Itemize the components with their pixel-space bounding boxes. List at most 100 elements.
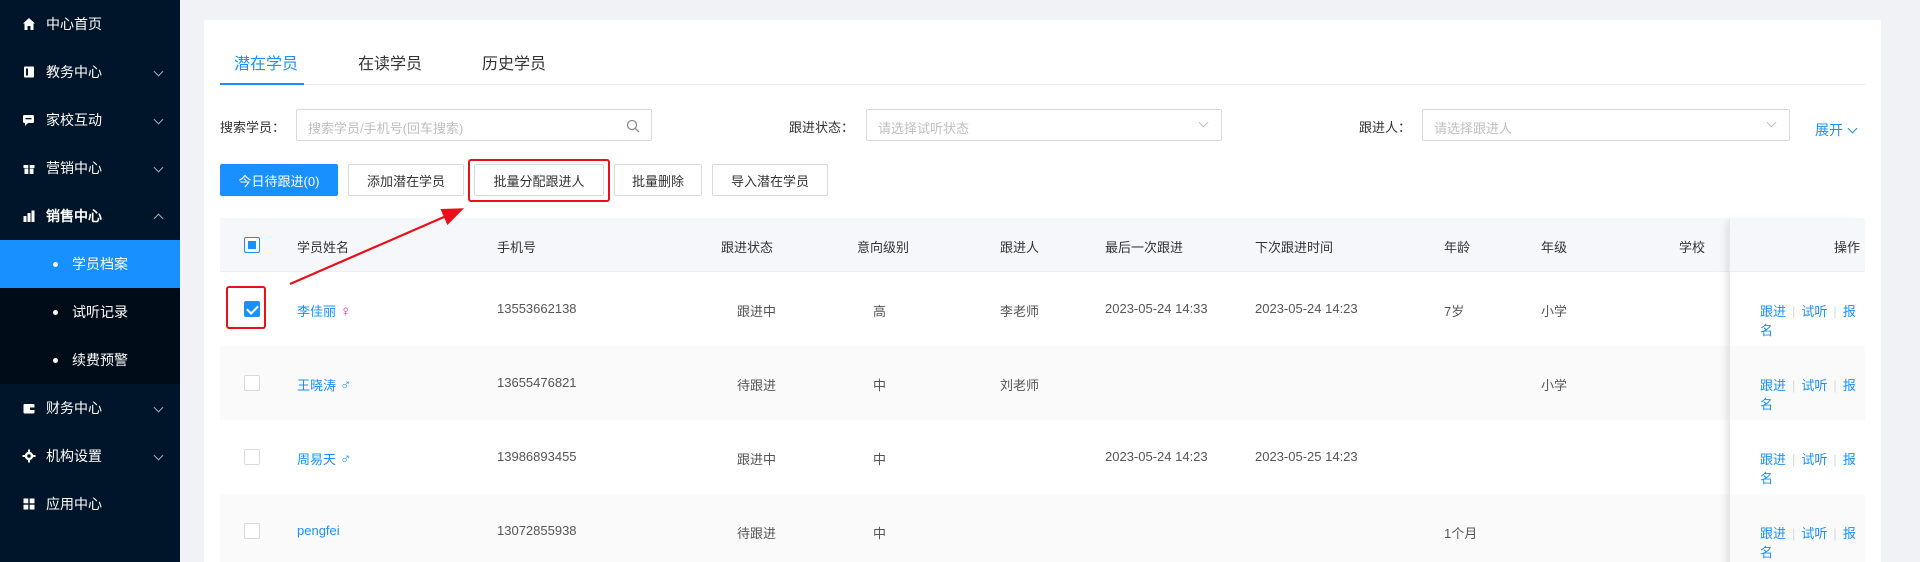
follower-placeholder: 请选择跟进人 [1434, 121, 1513, 136]
sidebar-item-label: 家校互动 [46, 112, 102, 128]
header-next-followup: 下次跟进时间 [1255, 240, 1334, 255]
sidebar-item-label: 机构设置 [46, 448, 102, 464]
cell-last: 2023-05-24 14:23 [1105, 449, 1208, 464]
expand-label: 展开 [1815, 122, 1843, 138]
chevron-down-icon [153, 66, 164, 77]
separator: | [1792, 526, 1796, 541]
sidebar-item-label: 财务中心 [46, 400, 102, 416]
cell-follower: 刘老师 [1000, 378, 1040, 393]
cell-level: 中 [873, 526, 887, 541]
cell-phone: 13986893455 [497, 449, 577, 464]
sidebar: 中心首页教务中心家校互动营销中心销售中心 学员档案试听记录续费预警 财务中心机构… [0, 0, 180, 562]
sidebar-item-label: 教务中心 [46, 64, 102, 80]
sales-submenu: 学员档案试听记录续费预警 [0, 240, 180, 384]
separator: | [1833, 378, 1837, 393]
row-checkbox[interactable] [244, 449, 260, 465]
status-select[interactable]: 请选择试听状态 [866, 109, 1222, 141]
sidebar-item-home[interactable]: 中心首页 [0, 0, 180, 48]
sidebar-subitem-0[interactable]: 学员档案 [0, 240, 180, 288]
row-checkbox[interactable] [244, 523, 260, 539]
male-icon: ♂ [340, 377, 352, 394]
row-checkbox[interactable] [244, 375, 260, 391]
chevron-down-icon [153, 162, 164, 173]
cell-status: 跟进中 [737, 452, 777, 467]
trial-link[interactable]: 试听 [1801, 526, 1827, 541]
trial-link[interactable]: 试听 [1801, 452, 1827, 467]
grid-icon [22, 497, 36, 511]
sidebar-item-chart[interactable]: 销售中心 [0, 192, 180, 240]
follower-label: 跟进人： [1359, 120, 1412, 135]
row-actions: 跟进 | 试听 | 报名 [1760, 449, 1865, 487]
header-actions: 操作 [1834, 240, 1861, 255]
cell-age: 7岁 [1444, 304, 1465, 319]
male-icon: ♂ [340, 451, 352, 468]
header-grade: 年级 [1541, 240, 1568, 255]
cell-follower: 李老师 [1000, 304, 1040, 319]
separator: | [1792, 452, 1796, 467]
gear-icon [22, 449, 36, 463]
student-name-link[interactable]: pengfei [297, 523, 340, 538]
cell-age: 1个月 [1444, 526, 1478, 541]
chevron-down-icon [153, 450, 164, 461]
sidebar-item-label: 中心首页 [46, 16, 102, 32]
trial-link[interactable]: 试听 [1801, 378, 1827, 393]
student-name: 周易天 [297, 452, 337, 467]
row-actions: 跟进 | 试听 | 报名 [1760, 523, 1865, 561]
sidebar-subitem-label: 续费预警 [72, 352, 128, 368]
table-row: 王晓涛 ♂ 13655476821 待跟进中刘老师 小学 跟进 | 试听 | 报名 [220, 346, 1865, 420]
separator: | [1792, 378, 1796, 393]
chevron-down-icon [153, 114, 164, 125]
chevron-down-icon [1766, 117, 1777, 128]
main-card: 潜在学员 在读学员 历史学员 搜索学员： 搜索学员/手机号(回车搜索) 跟进状态… [204, 20, 1881, 562]
sidebar-item-label: 营销中心 [46, 160, 102, 176]
sidebar-subitem-2[interactable]: 续费预警 [0, 336, 180, 384]
separator: | [1833, 526, 1837, 541]
header-follower: 跟进人 [1000, 240, 1040, 255]
table-row: pengfei 13072855938 待跟进中 1个月 跟进 | 试听 | 报名 [220, 494, 1865, 562]
followup-link[interactable]: 跟进 [1760, 452, 1786, 467]
bullet-icon [53, 309, 58, 315]
follower-select[interactable]: 请选择跟进人 [1422, 109, 1790, 141]
home-icon [22, 17, 36, 31]
sidebar-item-grid[interactable]: 应用中心 [0, 480, 180, 528]
cell-status: 待跟进 [737, 378, 777, 393]
sidebar-item-wallet[interactable]: 财务中心 [0, 384, 180, 432]
sidebar-subitem-label: 学员档案 [72, 256, 128, 272]
chevron-up-icon [153, 213, 164, 224]
table-row: 周易天 ♂ 13986893455 跟进中 中 2023-05-24 14:23 2023-… [220, 420, 1865, 494]
sidebar-item-chat[interactable]: 家校互动 [0, 96, 180, 144]
row-actions: 跟进 | 试听 | 报名 [1760, 301, 1865, 339]
followup-link[interactable]: 跟进 [1760, 304, 1786, 319]
chart-icon [22, 209, 36, 223]
cell-grade: 小学 [1541, 378, 1568, 393]
row-actions: 跟进 | 试听 | 报名 [1760, 375, 1865, 413]
sidebar-subitem-1[interactable]: 试听记录 [0, 288, 180, 336]
cell-phone: 13655476821 [497, 375, 577, 390]
sidebar-item-gift[interactable]: 营销中心 [0, 144, 180, 192]
sidebar-item-label: 销售中心 [46, 208, 102, 224]
chevron-down-icon [1198, 117, 1209, 128]
cell-next: 2023-05-24 14:23 [1255, 301, 1358, 316]
header-last-followup: 最后一次跟进 [1105, 240, 1184, 255]
sidebar-subitem-label: 试听记录 [72, 304, 128, 320]
chat-icon [22, 113, 36, 127]
sidebar-item-gear[interactable]: 机构设置 [0, 432, 180, 480]
followup-link[interactable]: 跟进 [1760, 378, 1786, 393]
student-name-link[interactable]: 周易天 ♂ [297, 449, 351, 468]
followup-link[interactable]: 跟进 [1760, 526, 1786, 541]
cell-level: 中 [873, 452, 887, 467]
book-icon [22, 65, 36, 79]
student-name: 王晓涛 [297, 378, 337, 393]
bullet-icon [53, 357, 58, 363]
student-name-link[interactable]: 王晓涛 ♂ [297, 375, 351, 394]
cell-next: 2023-05-25 14:23 [1255, 449, 1358, 464]
sidebar-item-book[interactable]: 教务中心 [0, 48, 180, 96]
separator: | [1833, 304, 1837, 319]
student-name: pengfei [297, 523, 340, 538]
cell-phone: 13072855938 [497, 523, 577, 538]
header-school: 学校 [1679, 240, 1706, 255]
cell-grade: 小学 [1541, 304, 1568, 319]
trial-link[interactable]: 试听 [1801, 304, 1827, 319]
chevron-down-icon [153, 402, 164, 413]
expand-toggle[interactable]: 展开 [1815, 120, 1858, 140]
